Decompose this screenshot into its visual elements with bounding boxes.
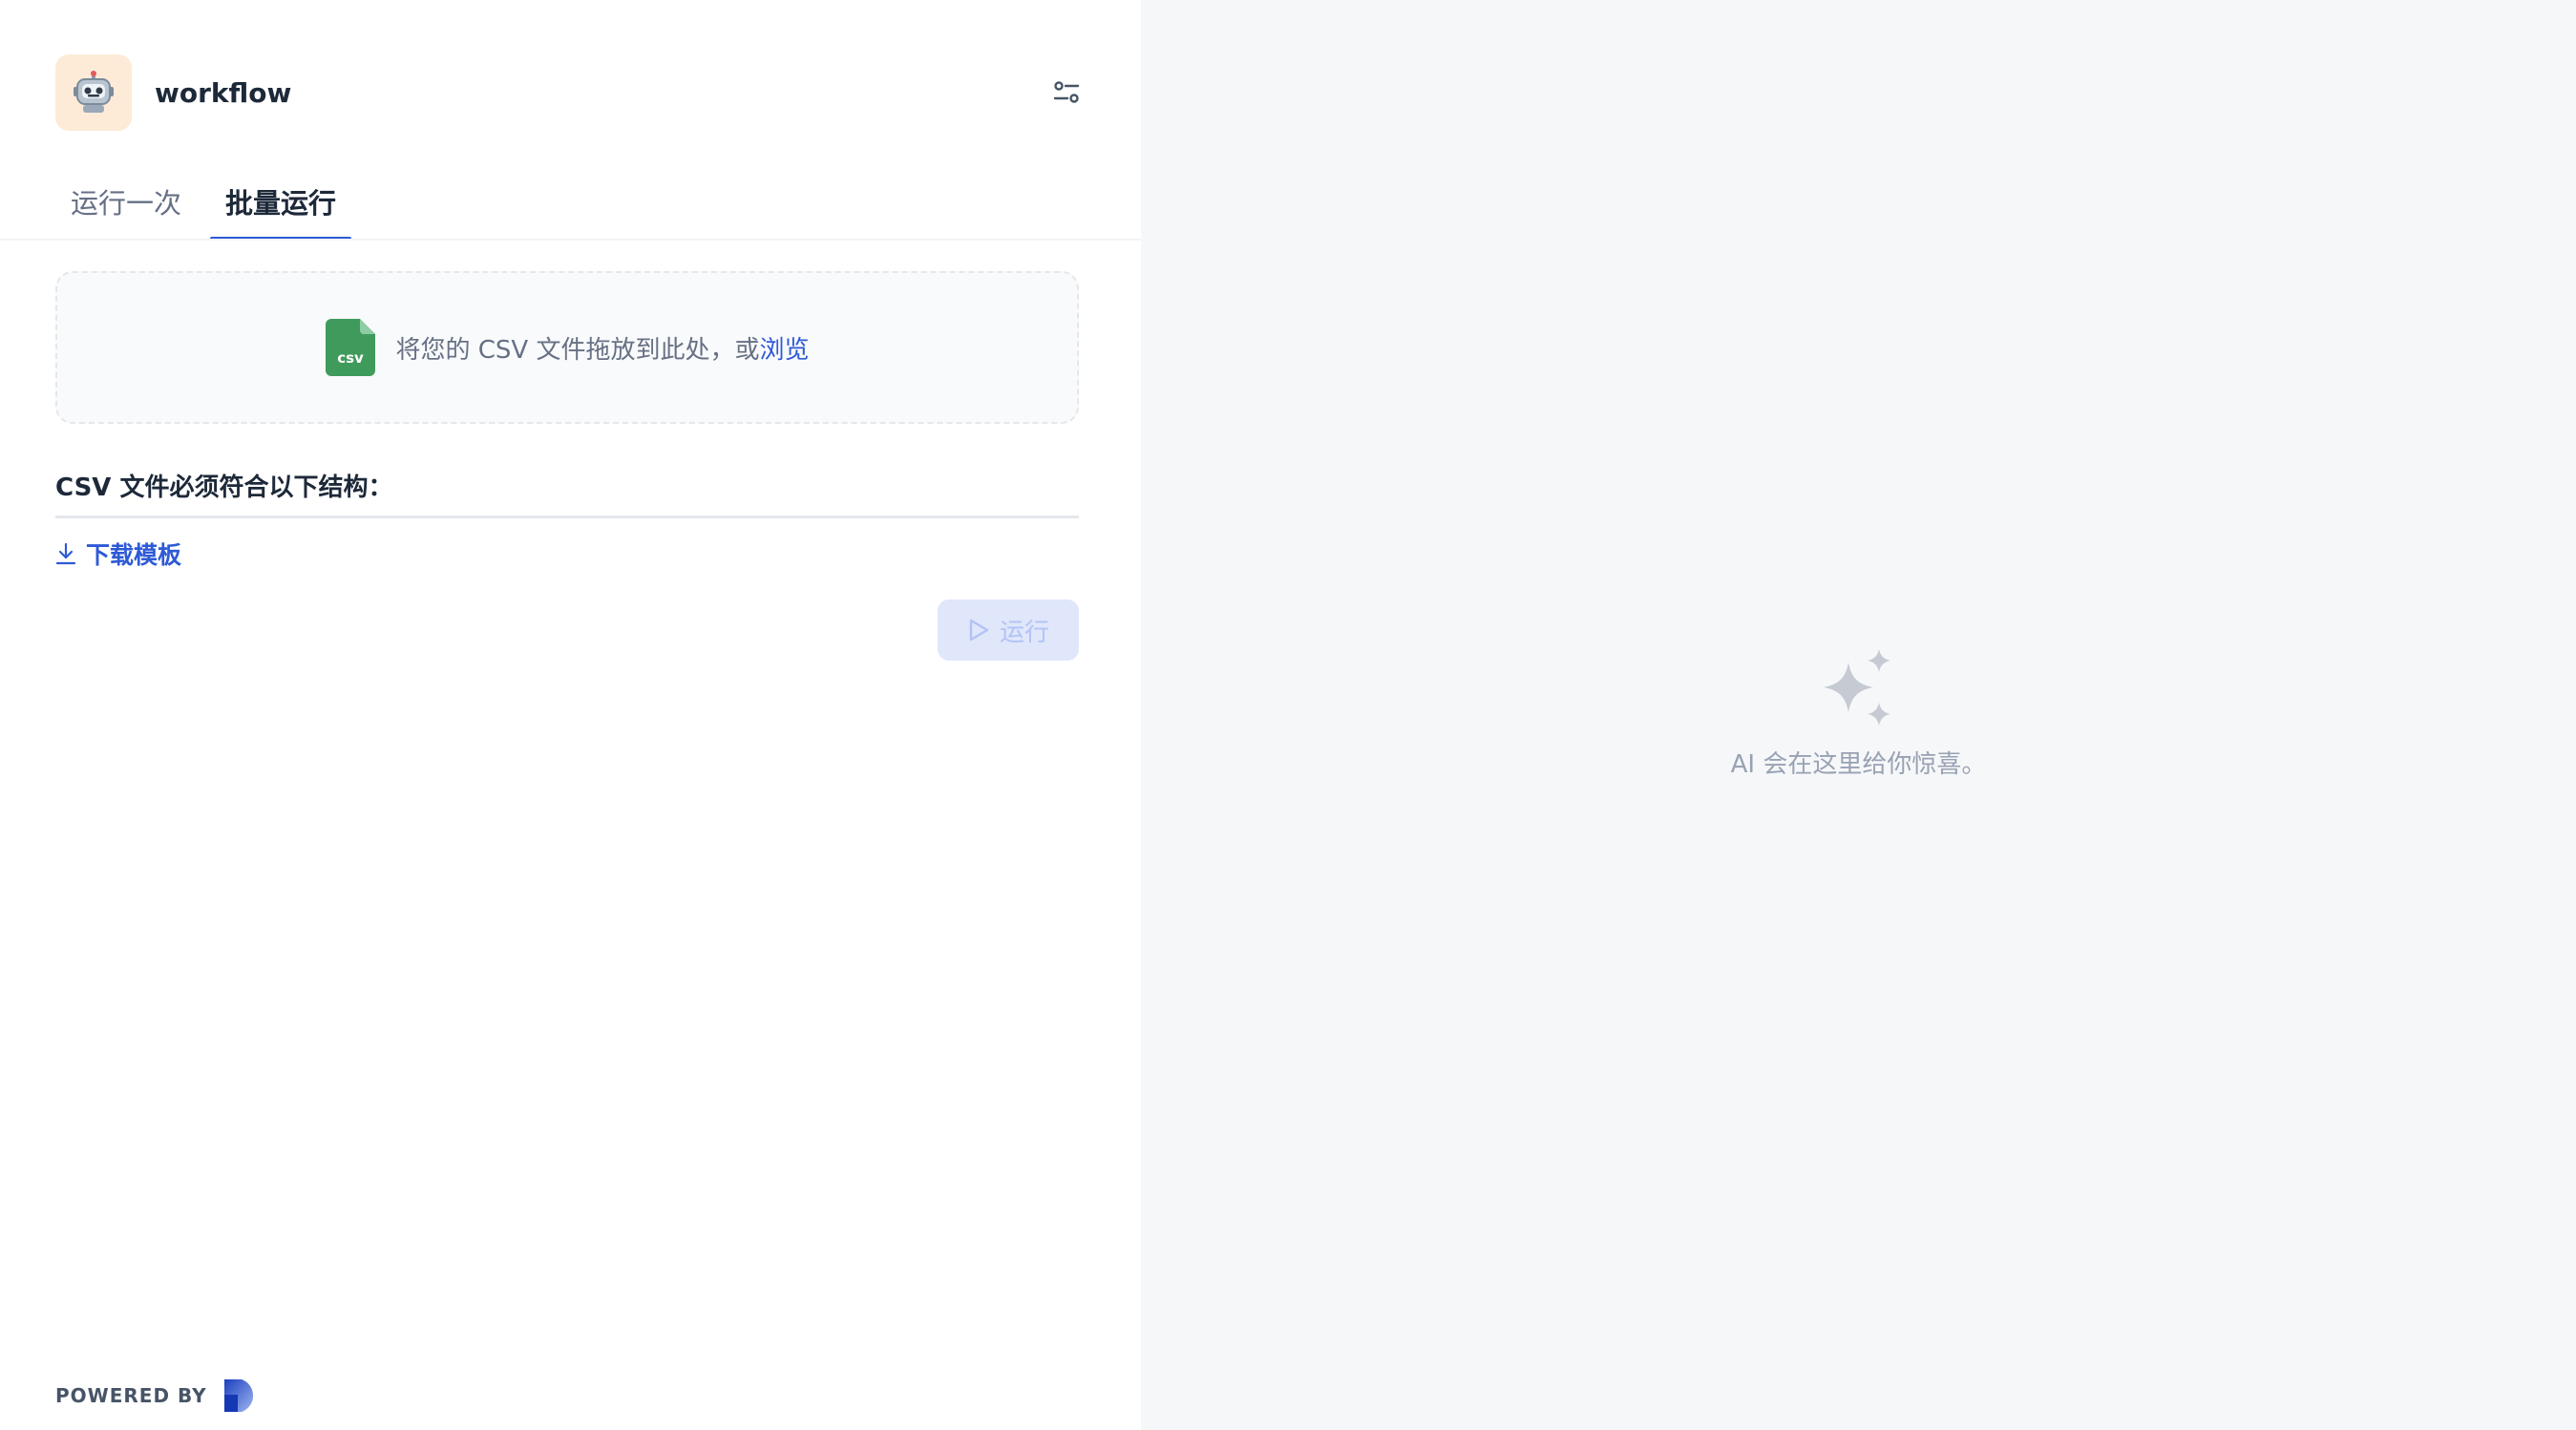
powered-by: POWERED BY xyxy=(55,1377,261,1414)
settings-button[interactable] xyxy=(1047,74,1086,112)
dropzone-content: csv 将您的 CSV 文件拖放到此处，或 浏览 xyxy=(325,319,810,376)
result-empty-state: AI 会在这里给你惊喜。 xyxy=(1141,649,2576,780)
csv-structure-title: CSV 文件必须符合以下结构： xyxy=(55,473,393,502)
app-title: workflow xyxy=(155,76,292,109)
tabs-divider xyxy=(0,239,1141,241)
app-page: workflow 运行一次 批量运行 csv 将您的 CSV 文件拖放到此处，或… xyxy=(0,0,2576,1430)
play-icon xyxy=(969,619,989,641)
csv-structure-table xyxy=(55,515,1079,518)
app-avatar xyxy=(55,54,132,131)
sparkles-icon xyxy=(1823,649,1890,726)
powered-by-text: POWERED BY xyxy=(55,1384,207,1407)
download-template-link[interactable]: 下载模板 xyxy=(55,536,181,571)
left-panel: workflow 运行一次 批量运行 csv 将您的 CSV 文件拖放到此处，或… xyxy=(0,0,1141,1430)
mode-tabs: 运行一次 批量运行 xyxy=(55,172,352,241)
csv-file-icon-label: csv xyxy=(337,349,364,367)
csv-file-icon: csv xyxy=(325,319,375,376)
download-template-label: 下载模板 xyxy=(86,541,182,569)
robot-icon xyxy=(74,71,114,113)
csv-dropzone[interactable]: csv 将您的 CSV 文件拖放到此处，或 浏览 xyxy=(55,271,1079,424)
tab-batch-run[interactable]: 批量运行 xyxy=(210,172,352,241)
run-button[interactable]: 运行 xyxy=(938,599,1079,661)
result-empty-text: AI 会在这里给你惊喜。 xyxy=(1730,750,1987,779)
tab-run-once[interactable]: 运行一次 xyxy=(55,172,197,231)
run-button-label: 运行 xyxy=(999,618,1049,647)
result-panel: AI 会在这里给你惊喜。 xyxy=(1141,0,2576,1430)
download-icon xyxy=(55,542,76,565)
app-header: workflow xyxy=(55,54,1086,131)
dropzone-text: 将您的 CSV 文件拖放到此处，或 xyxy=(395,335,760,365)
sliders-icon xyxy=(1053,81,1080,103)
brand-logo-icon xyxy=(223,1379,253,1412)
browse-link[interactable]: 浏览 xyxy=(759,330,809,366)
